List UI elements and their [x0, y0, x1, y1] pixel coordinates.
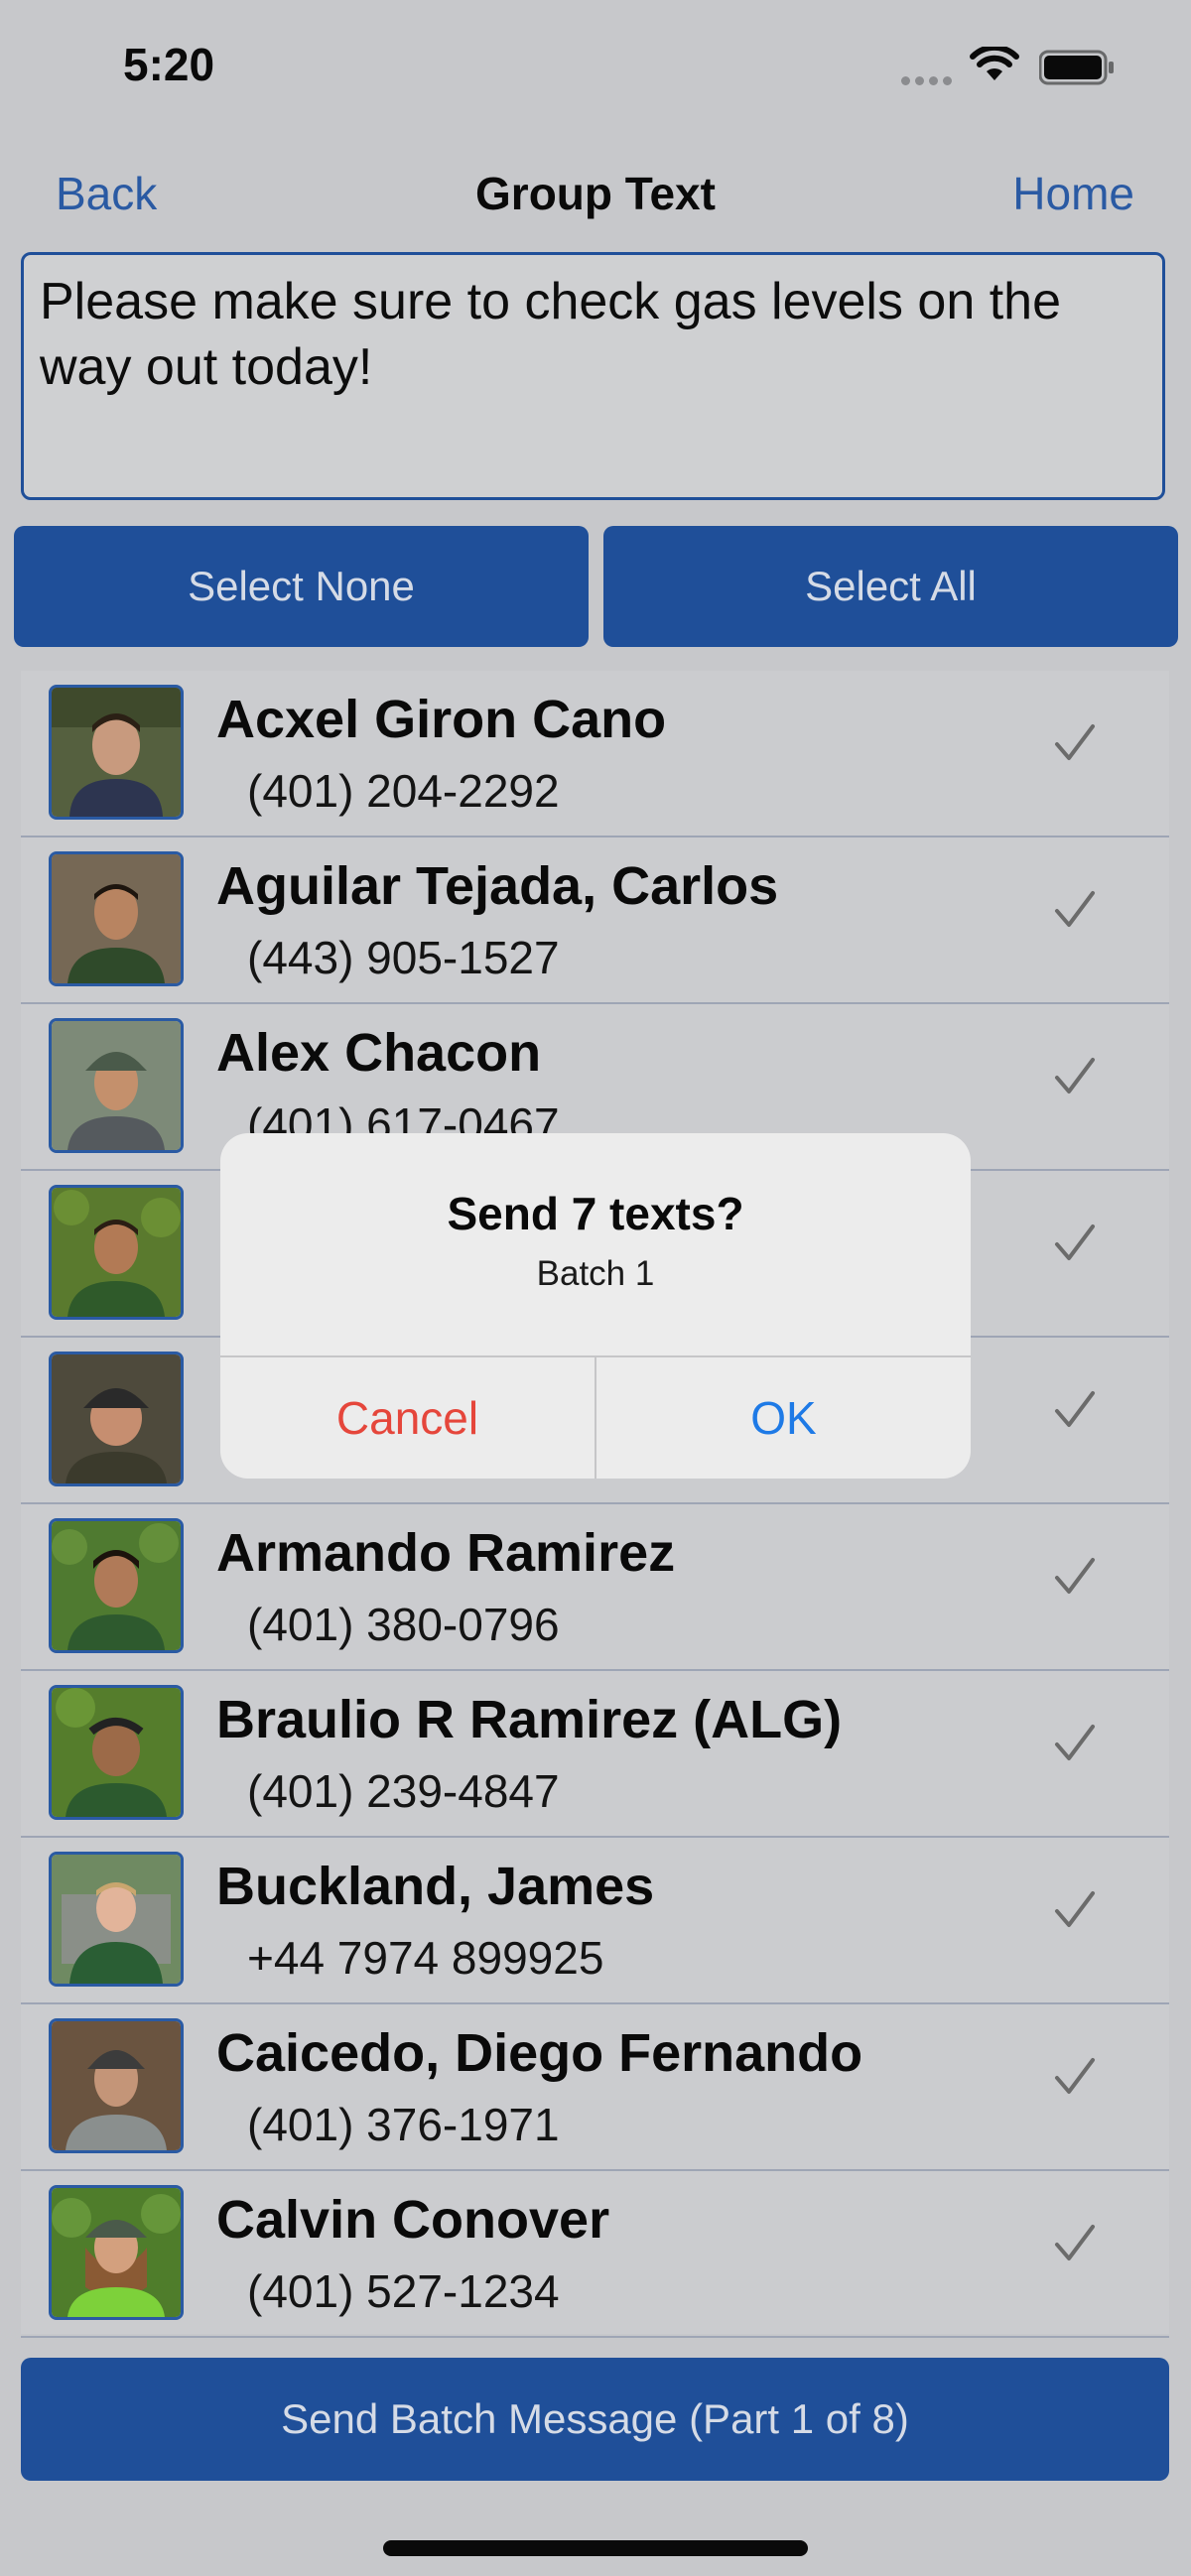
checkmark-icon: [1055, 2225, 1095, 2260]
contact-avatar: [49, 1018, 184, 1153]
contact-avatar: [49, 1852, 184, 1987]
contact-phone: (401) 204-2292: [247, 765, 560, 817]
contact-avatar: [49, 685, 184, 820]
contact-row[interactable]: Aguilar Tejada, Carlos (443) 905-1527: [21, 837, 1169, 1004]
checkmark-icon: [1055, 1058, 1095, 1094]
contact-phone: (401) 376-1971: [247, 2099, 560, 2150]
contact-name: Aguilar Tejada, Carlos: [216, 856, 779, 916]
send-batch-button[interactable]: Send Batch Message (Part 1 of 8): [21, 2358, 1169, 2481]
contact-row[interactable]: Braulio R Ramirez (ALG) (401) 239-4847: [21, 1671, 1169, 1838]
nav-bar: Back Group Text Home: [0, 149, 1191, 238]
contact-row[interactable]: Acxel Giron Cano (401) 204-2292: [21, 671, 1169, 837]
contact-name: Acxel Giron Cano: [216, 690, 667, 749]
select-none-button[interactable]: Select None: [14, 526, 589, 647]
contact-row[interactable]: Armando Ramirez (401) 380-0796: [21, 1504, 1169, 1671]
alert-title: Send 7 texts?: [447, 1188, 744, 1239]
contact-name: Armando Ramirez: [216, 1523, 676, 1583]
checkmark-icon: [1055, 1558, 1095, 1594]
checkmark-icon: [1055, 1224, 1095, 1260]
checkmark-icon: [1055, 2058, 1095, 2094]
contact-avatar: [49, 1518, 184, 1653]
contact-avatar: [49, 2018, 184, 2153]
contact-name: Calvin Conover: [216, 2190, 610, 2250]
contact-row[interactable]: Caicedo, Diego Fernando (401) 376-1971: [21, 2004, 1169, 2171]
contact-phone: +44 7974 899925: [247, 1932, 604, 1984]
contact-avatar: [49, 1685, 184, 1820]
contact-avatar: [49, 1185, 184, 1320]
contact-avatar: [49, 2185, 184, 2320]
contact-phone: (401) 527-1234: [247, 2265, 560, 2317]
home-indicator[interactable]: [383, 2540, 808, 2556]
contact-name: Alex Chacon: [216, 1023, 542, 1083]
checkmark-icon: [1055, 1725, 1095, 1760]
checkmark-icon: [1055, 1891, 1095, 1927]
contact-phone: (443) 905-1527: [247, 932, 560, 983]
checkmark-icon: [1055, 724, 1095, 760]
alert-message: Batch 1: [536, 1254, 655, 1293]
select-all-button[interactable]: Select All: [603, 526, 1178, 647]
wifi-icon: [970, 47, 1019, 80]
contact-name: Caicedo, Diego Fernando: [216, 2023, 863, 2083]
contact-phone: (401) 380-0796: [247, 1599, 560, 1650]
contact-name: Braulio R Ramirez (ALG): [216, 1690, 843, 1749]
contact-avatar: [49, 1352, 184, 1486]
selection-buttons: Select None Select All: [14, 526, 1178, 647]
battery-icon: [1039, 50, 1114, 85]
alert-ok-button[interactable]: OK: [596, 1357, 971, 1479]
contact-phone: (401) 239-4847: [247, 1765, 560, 1817]
confirm-send-alert: Send 7 texts? Batch 1 Cancel OK: [220, 1133, 971, 1479]
status-bar: 5:20: [0, 0, 1191, 129]
home-button[interactable]: Home: [1012, 167, 1134, 220]
checkmark-icon: [1055, 891, 1095, 927]
contact-row[interactable]: Calvin Conover (401) 527-1234: [21, 2171, 1169, 2338]
checkmark-icon: [1055, 1391, 1095, 1427]
cellular-signal-icon: [901, 72, 957, 90]
contact-list[interactable]: Acxel Giron Cano (401) 204-2292 Aguilar …: [21, 671, 1169, 2338]
message-textarea[interactable]: Please make sure to check gas levels on …: [21, 252, 1165, 500]
contact-avatar: [49, 851, 184, 986]
contact-row[interactable]: Buckland, James +44 7974 899925: [21, 1838, 1169, 2004]
alert-cancel-button[interactable]: Cancel: [220, 1357, 595, 1479]
contact-name: Buckland, James: [216, 1857, 655, 1916]
status-time: 5:20: [123, 39, 215, 90]
